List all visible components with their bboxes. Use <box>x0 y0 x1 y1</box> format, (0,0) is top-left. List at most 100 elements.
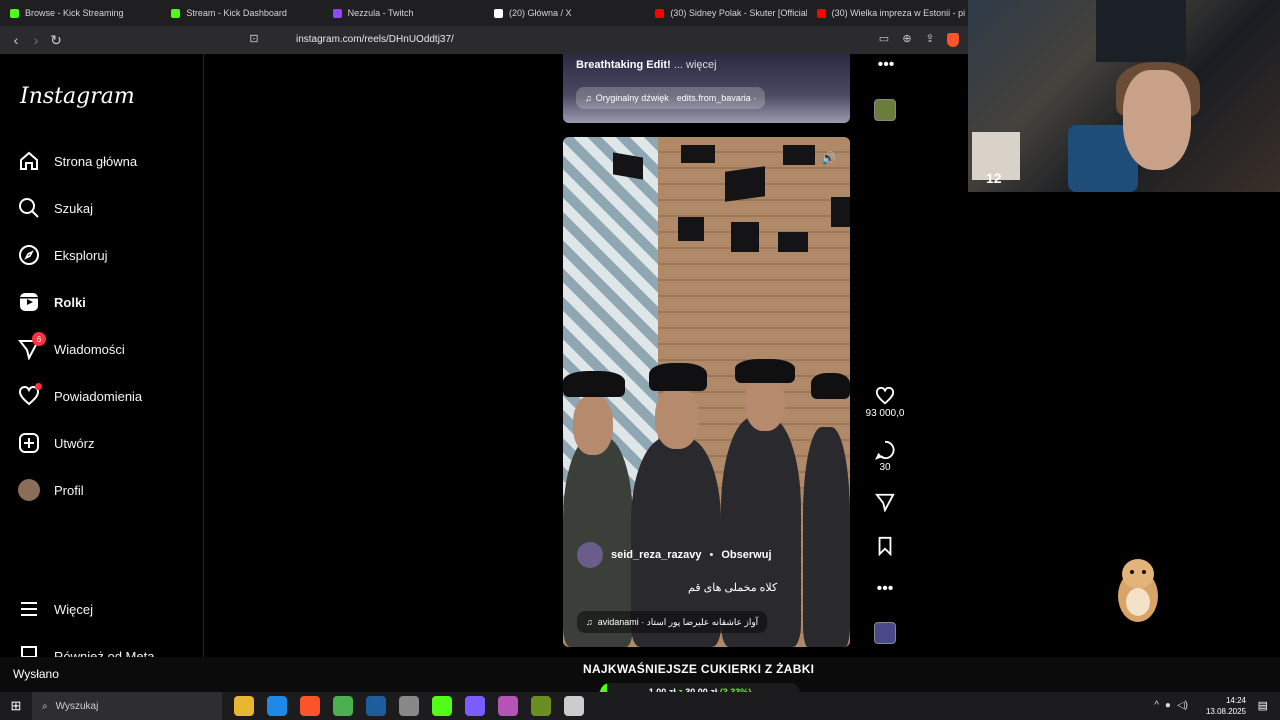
instagram-logo[interactable]: Instagram <box>20 84 135 109</box>
like-count: 93 000,0 <box>865 408 905 419</box>
tab-youtube-2[interactable]: (30) Wielka impreza w Estonii - pi <box>807 0 968 26</box>
volume-icon[interactable]: 🔊 <box>821 151 836 165</box>
reels-icon <box>18 291 40 313</box>
person-head <box>573 395 613 455</box>
author-username[interactable]: seid_reza_razavy <box>611 549 702 561</box>
reel-video[interactable]: 🔊 seid_reza_razavy • Obserwuj کلاه مخملی… <box>563 137 850 647</box>
taskbar-app-icon[interactable] <box>399 696 419 716</box>
taskbar-app-icon[interactable] <box>300 696 320 716</box>
save-button[interactable] <box>865 536 905 558</box>
notification-center-icon[interactable]: ▤ <box>1258 699 1268 712</box>
tab-twitch[interactable]: Nezzula - Twitch <box>323 0 484 26</box>
messages-icon: 6 <box>17 332 46 361</box>
flag-shape <box>681 145 715 163</box>
microphone-icon[interactable]: ● <box>1165 700 1171 711</box>
follow-button[interactable]: Obserwuj <box>721 549 771 561</box>
previous-reel-audio-thumb[interactable] <box>874 99 896 121</box>
back-icon[interactable]: ‹ <box>6 32 26 48</box>
brave-shield-icon[interactable] <box>947 33 959 47</box>
speaker-icon[interactable]: ◁) <box>1177 700 1188 711</box>
previous-reel[interactable]: Breathtaking Edit! ... więcej ♫ Oryginaln… <box>563 54 850 123</box>
sidebar-item-label: Strona główna <box>54 153 138 169</box>
flag-shape <box>778 232 808 252</box>
comment-button[interactable]: 30 <box>865 440 905 473</box>
flag-shape <box>783 145 815 165</box>
sidebar-item-search[interactable]: Szukaj <box>18 197 93 219</box>
sidebar-item-home[interactable]: Strona główna <box>18 150 137 172</box>
taskbar-search[interactable]: ⌕ Wyszukaj <box>32 692 222 720</box>
reel-audio[interactable]: ♫ avidanami · آواز عاشقانه علیرضا پور است… <box>577 611 768 633</box>
instagram-sidebar: Instagram Strona główna Szukaj Eksploruj… <box>0 54 204 658</box>
zoom-icon[interactable]: ⊕ <box>897 32 917 45</box>
sidebar-item-label: Utwórz <box>54 435 95 451</box>
youtube-icon <box>655 8 665 18</box>
taskbar-app-icon[interactable] <box>465 696 485 716</box>
person-hat <box>649 363 707 391</box>
taskbar-app-icon[interactable] <box>531 696 551 716</box>
author-avatar[interactable] <box>577 542 603 568</box>
sidebar-item-more[interactable]: Więcej <box>18 598 93 620</box>
more-link[interactable]: ... więcej <box>674 59 717 71</box>
sidebar-item-create[interactable]: Utwórz <box>18 432 94 454</box>
hamster-sticker <box>1118 559 1158 622</box>
taskbar-app-icon[interactable] <box>498 696 518 716</box>
music-icon: ♫ <box>585 93 592 103</box>
previous-reel-more-icon[interactable]: ••• <box>866 56 906 74</box>
webcam-shelf <box>1096 0 1186 62</box>
separator-dot: • <box>709 549 714 561</box>
forward-icon[interactable]: › <box>26 32 46 48</box>
tab-x[interactable]: (20) Główna / X <box>484 0 645 26</box>
sidebar-item-reels[interactable]: Rolki <box>18 291 86 313</box>
tab-youtube-1[interactable]: (30) Sidney Polak - Skuter [Official M <box>645 0 807 26</box>
sidebar-item-label: Eksploruj <box>54 247 108 263</box>
search-icon <box>18 197 40 219</box>
taskbar-app-icon[interactable] <box>366 696 386 716</box>
reel-caption: کلاه مخملی های قم <box>688 582 778 594</box>
tab-kick-browse[interactable]: Browse - Kick Streaming <box>0 0 161 26</box>
tab-title: (30) Sidney Polak - Skuter [Official M <box>670 8 807 18</box>
search-icon: ⌕ <box>42 700 48 712</box>
youtube-icon <box>816 8 826 18</box>
send-icon <box>875 493 895 512</box>
address-bar[interactable]: instagram.com/reels/DHnUOddtj37/ <box>296 34 454 45</box>
share-button[interactable] <box>865 492 905 514</box>
sidebar-item-messages[interactable]: 6 Wiadomości <box>17 332 125 361</box>
share-icon[interactable]: ⇪ <box>920 32 940 45</box>
system-tray: ^ ● ◁) <box>1154 700 1188 711</box>
sidebar-item-label: Wiadomości <box>54 341 125 357</box>
x-icon <box>493 8 503 18</box>
sidebar-item-explore[interactable]: Eksploruj <box>18 244 107 266</box>
menu-icon <box>18 598 40 620</box>
notification-dot <box>35 383 42 390</box>
sidebar-item-profile[interactable]: Profil <box>18 479 84 501</box>
previous-reel-audio[interactable]: ♫ Oryginalny dźwięk edits.from_bavaria · <box>576 87 766 109</box>
heart-icon <box>875 386 895 405</box>
taskbar-app-icon[interactable] <box>234 696 254 716</box>
sidebar-item-notifications[interactable]: Powiadomienia <box>18 383 142 407</box>
taskbar-app-icon[interactable] <box>564 696 584 716</box>
browser-tab-bar: Browse - Kick Streaming Stream - Kick Da… <box>0 0 968 26</box>
chevron-up-icon[interactable]: ^ <box>1154 700 1159 711</box>
reel-audio-thumb[interactable] <box>874 622 896 644</box>
clock[interactable]: 14:24 13.08.2025 <box>1206 695 1246 717</box>
taskbar-app-icon[interactable] <box>333 696 353 716</box>
windows-taskbar: ⊞ ⌕ Wyszukaj ^ ● ◁) 14:24 13.08.2025 ▤ <box>0 692 1280 720</box>
home-icon <box>18 150 40 172</box>
tab-title: Nezzula - Twitch <box>347 8 414 18</box>
person-hat <box>811 373 850 399</box>
bookmark-icon[interactable]: ⊡ <box>244 32 264 45</box>
comment-count: 30 <box>879 462 891 473</box>
cast-icon[interactable]: ▭ <box>874 32 894 45</box>
tab-title: Browse - Kick Streaming <box>25 8 124 18</box>
flag-shape <box>725 166 765 202</box>
like-button[interactable]: 93 000,0 <box>865 386 905 419</box>
sidebar-item-label: Szukaj <box>54 200 94 216</box>
reel-more-icon[interactable]: ••• <box>865 580 905 598</box>
webcam-emote: 12 <box>972 132 1020 186</box>
windows-start-icon[interactable]: ⊞ <box>0 698 32 714</box>
reload-icon[interactable]: ↻ <box>46 32 66 49</box>
tab-kick-dashboard[interactable]: Stream - Kick Dashboard <box>161 0 322 26</box>
taskbar-app-icon[interactable] <box>267 696 287 716</box>
previous-reel-caption: Breathtaking Edit! ... więcej <box>576 59 717 71</box>
taskbar-app-icon[interactable] <box>432 696 452 716</box>
